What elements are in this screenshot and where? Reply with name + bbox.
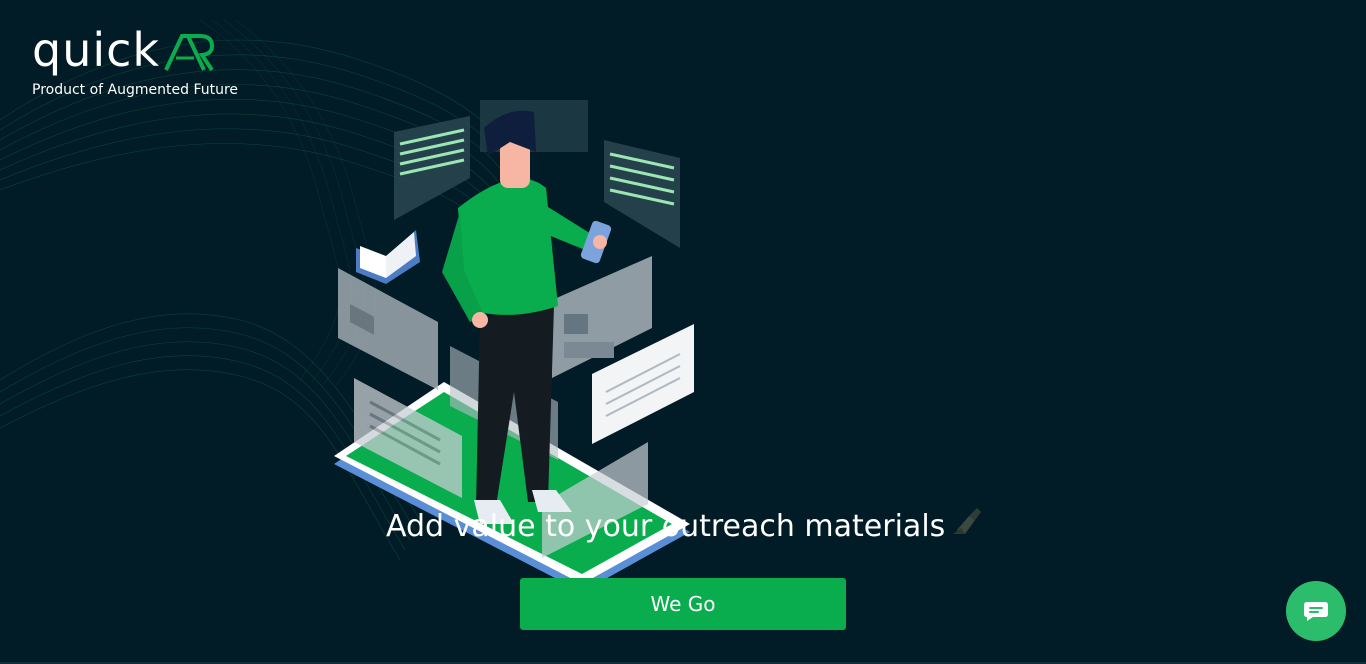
hero-headline: Add value to your outreach materials: [386, 506, 983, 548]
brand-block[interactable]: quick AR Product of Augmented Future: [32, 26, 238, 98]
floating-card-left-top: [338, 268, 438, 390]
we-go-button[interactable]: We Go: [520, 578, 846, 630]
book-icon: [356, 230, 420, 284]
logo[interactable]: quick AR: [32, 26, 238, 74]
headline-text: Add value to your outreach materials: [386, 509, 946, 544]
ar-logo-icon: AR: [164, 34, 215, 72]
chat-bubble-icon: [1304, 602, 1328, 621]
chat-widget-button[interactable]: [1286, 581, 1346, 641]
tagline: Product of Augmented Future: [32, 82, 239, 98]
holo-panel-left: [394, 116, 470, 220]
logo-wordmark: quick: [32, 23, 161, 77]
holo-panel-right: [604, 140, 680, 248]
writing-hand-icon: [951, 506, 983, 548]
